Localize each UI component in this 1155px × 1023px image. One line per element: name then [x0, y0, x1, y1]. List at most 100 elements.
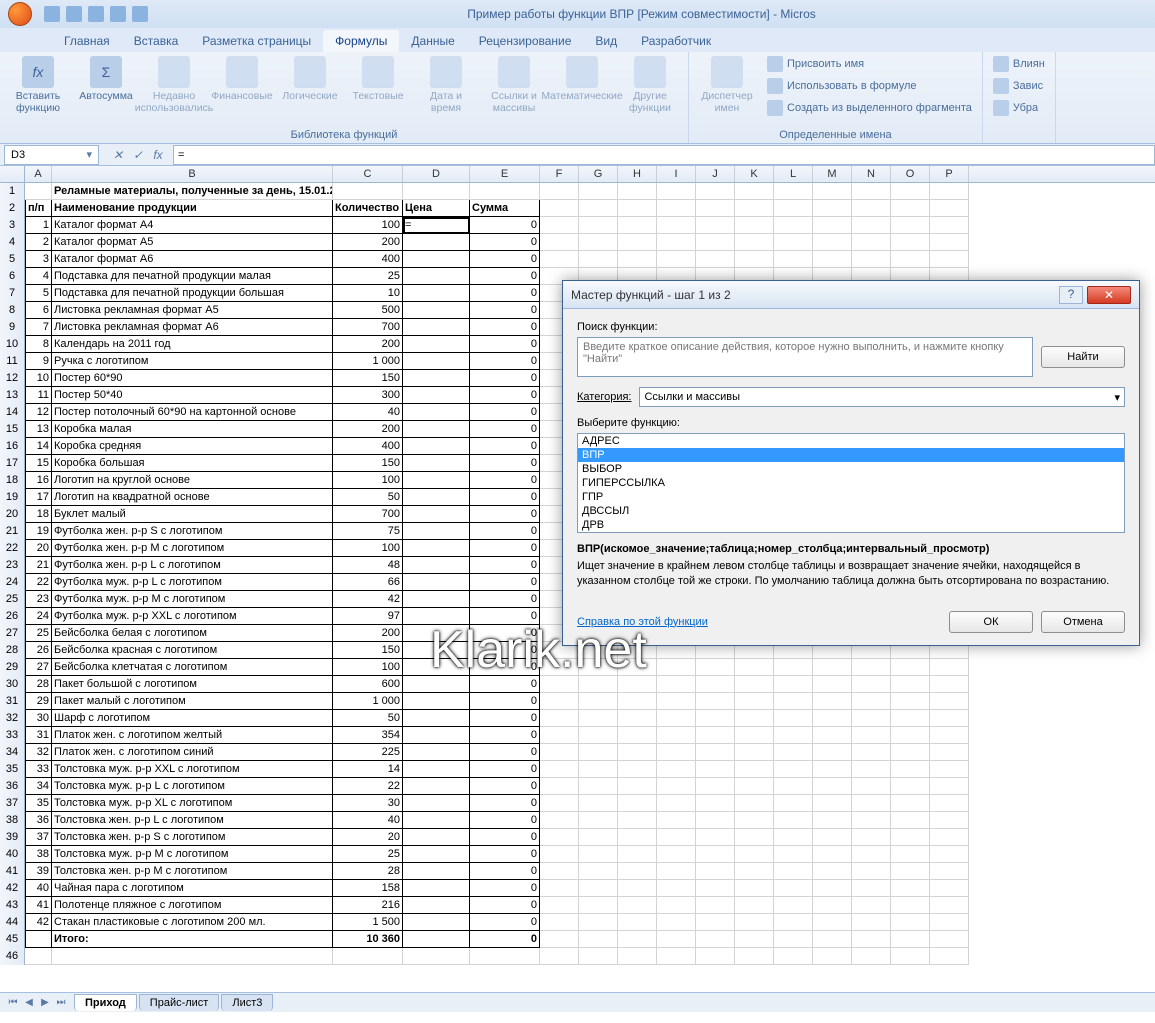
cell[interactable]: 1 000 — [333, 353, 403, 370]
cell[interactable]: 0 — [470, 761, 540, 778]
cell[interactable] — [696, 693, 735, 710]
cell[interactable]: Футболка жен. р-р M с логотипом — [52, 540, 333, 557]
cell[interactable] — [930, 200, 969, 217]
cell[interactable] — [403, 931, 470, 948]
cell[interactable] — [774, 659, 813, 676]
cell[interactable] — [25, 183, 52, 200]
row-header[interactable]: 33 — [0, 727, 25, 744]
cell[interactable] — [540, 676, 579, 693]
cell[interactable] — [696, 659, 735, 676]
column-header[interactable]: G — [579, 166, 618, 182]
trace-dependents-button[interactable]: Завис — [989, 76, 1049, 96]
cell[interactable]: 19 — [25, 523, 52, 540]
cell[interactable]: 37 — [25, 829, 52, 846]
cell[interactable]: 24 — [25, 608, 52, 625]
cell[interactable] — [813, 693, 852, 710]
cell[interactable]: 0 — [470, 897, 540, 914]
column-header[interactable]: A — [25, 166, 52, 182]
cell[interactable]: 50 — [333, 489, 403, 506]
cell[interactable] — [579, 829, 618, 846]
cell[interactable] — [813, 251, 852, 268]
cell[interactable]: 0 — [470, 608, 540, 625]
cell[interactable]: 0 — [470, 489, 540, 506]
cell[interactable] — [540, 897, 579, 914]
cell[interactable] — [540, 863, 579, 880]
cell[interactable] — [540, 778, 579, 795]
ribbon-tab-7[interactable]: Разработчик — [629, 30, 723, 52]
cell[interactable]: 0 — [470, 455, 540, 472]
cell[interactable] — [579, 744, 618, 761]
column-header[interactable]: F — [540, 166, 579, 182]
cell[interactable] — [930, 795, 969, 812]
cell[interactable] — [579, 200, 618, 217]
ribbon-tab-3[interactable]: Формулы — [323, 30, 399, 52]
cell[interactable] — [52, 948, 333, 965]
cell[interactable] — [735, 744, 774, 761]
cell[interactable]: Логотип на круглой основе — [52, 472, 333, 489]
select-all-button[interactable] — [0, 166, 25, 182]
row-header[interactable]: 32 — [0, 710, 25, 727]
cell[interactable] — [333, 948, 403, 965]
use-in-formula-button[interactable]: Использовать в формуле — [763, 76, 976, 96]
cell[interactable] — [735, 897, 774, 914]
row-header[interactable]: 1 — [0, 183, 25, 200]
cell[interactable] — [696, 676, 735, 693]
cell[interactable]: Толстовка муж. р-р XL с логотипом — [52, 795, 333, 812]
cell[interactable] — [696, 914, 735, 931]
cell[interactable] — [813, 897, 852, 914]
cell[interactable] — [891, 846, 930, 863]
ribbon-tab-4[interactable]: Данные — [399, 30, 466, 52]
cell[interactable]: 400 — [333, 438, 403, 455]
cell[interactable] — [540, 829, 579, 846]
cell[interactable]: 0 — [470, 744, 540, 761]
cell[interactable]: 48 — [333, 557, 403, 574]
cell[interactable]: 27 — [25, 659, 52, 676]
cell[interactable]: Постер 50*40 — [52, 387, 333, 404]
row-header[interactable]: 2 — [0, 200, 25, 217]
datetime-button[interactable]: Дата и время — [414, 54, 478, 116]
dialog-close-button[interactable]: ✕ — [1087, 286, 1131, 304]
row-header[interactable]: 46 — [0, 948, 25, 965]
cell[interactable]: 75 — [333, 523, 403, 540]
cell[interactable] — [470, 183, 540, 200]
cell[interactable] — [618, 217, 657, 234]
qat-redo-icon[interactable] — [88, 6, 104, 22]
cell[interactable] — [696, 744, 735, 761]
cell[interactable] — [774, 676, 813, 693]
recent-functions-button[interactable]: Недавно использовались — [142, 54, 206, 116]
cell[interactable]: Толстовка муж. р-р XXL с логотипом — [52, 761, 333, 778]
cell[interactable] — [813, 829, 852, 846]
cell[interactable] — [696, 846, 735, 863]
cell[interactable] — [774, 795, 813, 812]
cell[interactable]: Каталог формат А4 — [52, 217, 333, 234]
cell[interactable] — [579, 183, 618, 200]
financial-button[interactable]: Финансовые — [210, 54, 274, 104]
row-header[interactable]: 10 — [0, 336, 25, 353]
column-header[interactable]: N — [852, 166, 891, 182]
cell[interactable]: 1 — [25, 217, 52, 234]
row-header[interactable]: 36 — [0, 778, 25, 795]
cell[interactable] — [813, 846, 852, 863]
ribbon-tab-6[interactable]: Вид — [583, 30, 629, 52]
cell[interactable] — [930, 183, 969, 200]
cell[interactable] — [735, 659, 774, 676]
qat-undo-icon[interactable] — [66, 6, 82, 22]
cell[interactable]: 0 — [470, 710, 540, 727]
cell[interactable]: Бейсболка красная с логотипом — [52, 642, 333, 659]
cell[interactable] — [852, 217, 891, 234]
sheet-nav-first-icon[interactable]: ⏮ — [6, 996, 20, 1010]
cell[interactable]: Ручка с логотипом — [52, 353, 333, 370]
function-list-item[interactable]: ДРВ — [578, 518, 1124, 532]
cell[interactable] — [540, 948, 579, 965]
cell[interactable] — [403, 183, 470, 200]
cell[interactable]: 0 — [470, 693, 540, 710]
cell[interactable] — [930, 778, 969, 795]
cell[interactable] — [891, 829, 930, 846]
cell[interactable] — [540, 880, 579, 897]
cell[interactable] — [540, 914, 579, 931]
cell[interactable]: 10 360 — [333, 931, 403, 948]
cell[interactable] — [403, 421, 470, 438]
text-button[interactable]: Текстовые — [346, 54, 410, 104]
cell[interactable] — [774, 948, 813, 965]
cell[interactable] — [891, 217, 930, 234]
